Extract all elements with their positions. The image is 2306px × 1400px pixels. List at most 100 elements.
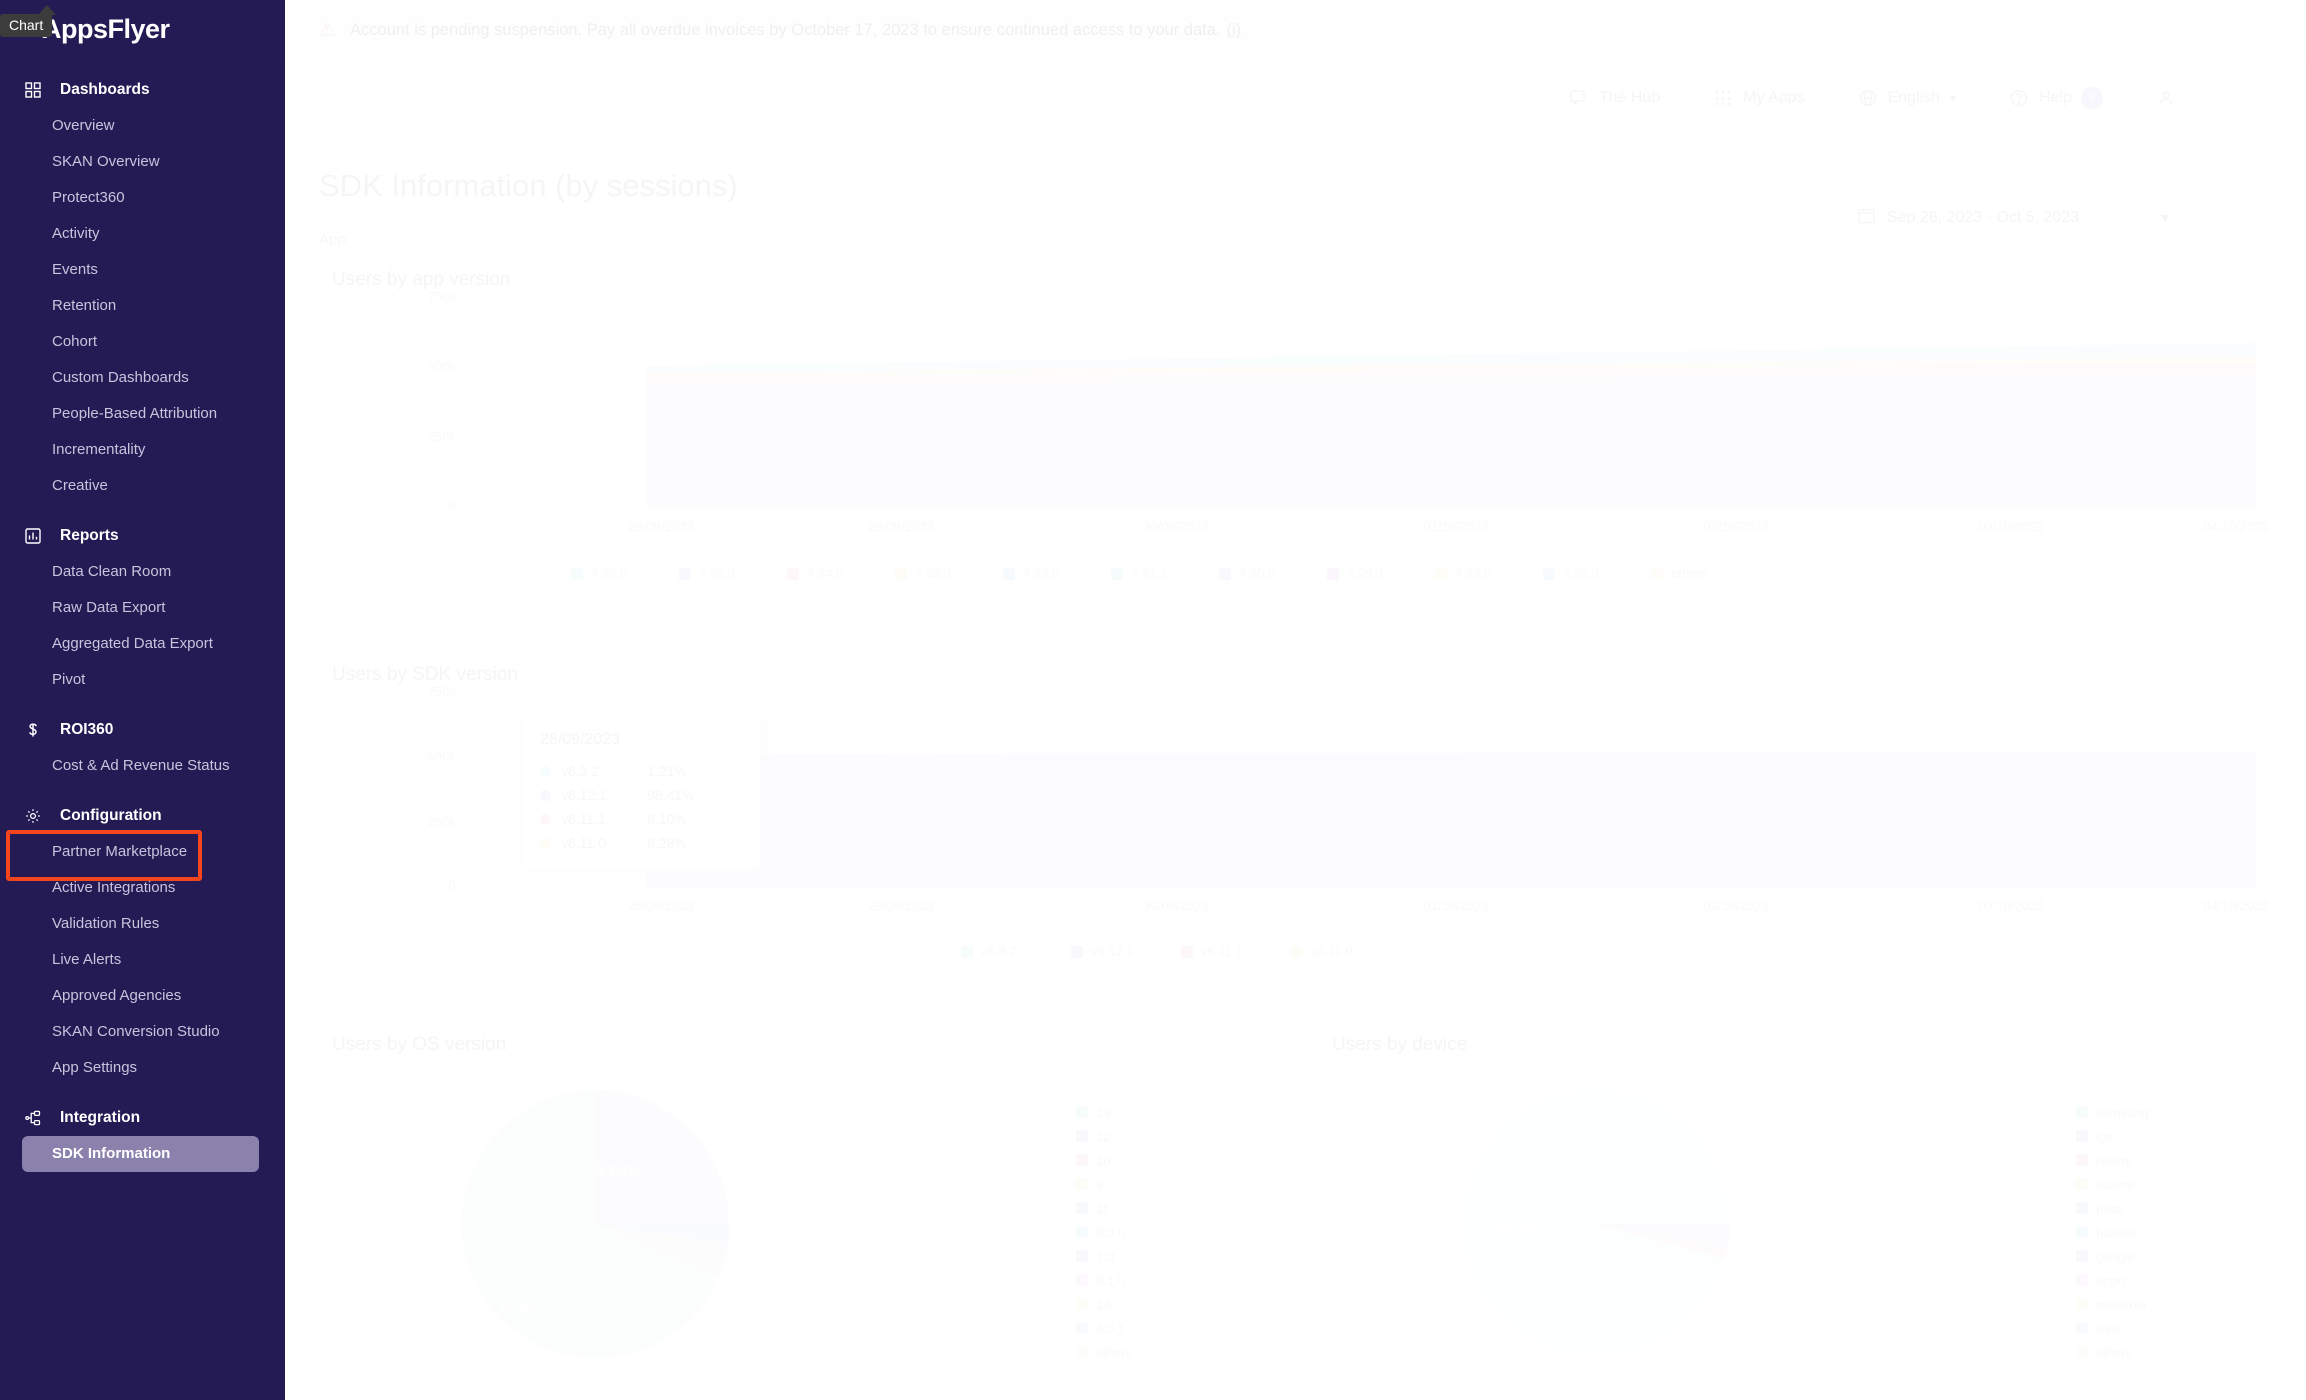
y-tick-0: 0 (396, 878, 456, 893)
sidebar-item-cost-ad-revenue-status[interactable]: Cost & Ad Revenue Status (0, 748, 285, 784)
sidebar-group-configuration[interactable]: Configuration (0, 798, 285, 834)
sidebar-item-live-alerts[interactable]: Live Alerts (0, 942, 285, 978)
legend-item[interactable]: samsung (2076, 1100, 2149, 1124)
sidebar-item-sdk-information[interactable]: SDK Information (22, 1136, 259, 1172)
legend-item[interactable]: huawei (2076, 1220, 2149, 1244)
sidebar-item-validation-rules[interactable]: Validation Rules (0, 906, 285, 942)
sidebar-item-incrementality[interactable]: Incrementality (0, 432, 285, 468)
legend-item[interactable]: 7.35.0 (679, 566, 787, 581)
sidebar-item-partner-marketplace[interactable]: Partner Marketplace (0, 830, 285, 881)
sidebar-item-cohort[interactable]: Cohort (0, 324, 285, 360)
legend-item[interactable]: 7.29.0 (1327, 566, 1435, 581)
legend-item[interactable]: 7.32.0 (1003, 566, 1111, 581)
topnav-my-apps[interactable]: My Apps (1714, 89, 1805, 107)
legend-item[interactable]: 10 (1076, 1148, 1132, 1172)
legend-swatch (1076, 1106, 1088, 1118)
legend-item[interactable]: v6.11.0 (1291, 944, 1401, 959)
legend-item[interactable]: 7.0 (1076, 1244, 1132, 1268)
gear-icon (22, 805, 44, 827)
sidebar-item-people-based-attribution[interactable]: People-Based Attribution (0, 396, 285, 432)
chart-title: Users by app version (306, 251, 2279, 291)
legend-item[interactable]: 7.28.0 (1435, 566, 1543, 581)
legend-label: motorola (2096, 1297, 2147, 1312)
legend-swatch (1651, 567, 1663, 580)
sidebar-item-skan-overview[interactable]: SKAN Overview (0, 144, 285, 180)
legend-item[interactable]: motorola (2076, 1292, 2149, 1316)
legend-item[interactable]: others (2076, 1340, 2149, 1364)
pie-slice-label: 14.6% (598, 1162, 641, 1179)
x-tick: 28/09/2023 (628, 898, 693, 913)
sidebar-item-creative[interactable]: Creative (0, 468, 285, 504)
topnav-the-hub[interactable]: The Hub (1570, 89, 1660, 107)
legend-item[interactable]: 7.26.0 (1543, 566, 1651, 581)
topnav-help[interactable]: Help 6 (2010, 86, 2103, 109)
legend-swatch (1435, 567, 1447, 580)
date-range-picker[interactable]: Sep 28, 2023 - Oct 5, 2023 ▾ (1841, 194, 2186, 242)
sidebar-item-custom-dashboards[interactable]: Custom Dashboards (0, 360, 285, 396)
legend-item[interactable]: 7.36.0 (571, 566, 679, 581)
sidebar-item-retention[interactable]: Retention (0, 288, 285, 324)
legend-item[interactable]: 12 (1076, 1124, 1132, 1148)
chart-title: Users by device (1306, 1016, 2279, 1056)
topnav-language-selector[interactable]: English ▾ (1859, 89, 1956, 107)
sidebar-group-dashboards[interactable]: Dashboards (0, 72, 285, 108)
tooltip-series-name: v6.3.2 (561, 763, 647, 779)
x-tick: 30/09/2023 (1143, 898, 1208, 913)
horizontal-scrollbar[interactable] (285, 1390, 2306, 1400)
legend-item[interactable]: v6.3.2 (961, 944, 1071, 959)
legend-label: 13 (1096, 1105, 1110, 1120)
sidebar-item-activity[interactable]: Activity (0, 216, 285, 252)
legend-item[interactable]: 11 (1076, 1196, 1132, 1220)
sidebar-group-roi360[interactable]: ROI360 (0, 712, 285, 748)
banner-info-link[interactable]: (i) (1227, 21, 1242, 40)
legend-item[interactable]: vivo (2076, 1316, 2149, 1340)
legend-item[interactable]: 6.0.1 (1076, 1316, 1132, 1340)
topnav-account[interactable] (2157, 89, 2186, 107)
pie-slice-label: 96.7% (1494, 1222, 1537, 1239)
tooltip-swatch (540, 765, 551, 777)
legend-item[interactable]: 13 (1076, 1100, 1132, 1124)
legend-item[interactable]: others (1076, 1340, 1132, 1364)
sidebar-item-active-integrations[interactable]: Active Integrations (0, 870, 285, 906)
sidebar-group-integration[interactable]: Integration (0, 1100, 285, 1136)
legend-item[interactable]: oppo (2076, 1268, 2149, 1292)
legend-item[interactable]: realmi (2076, 1148, 2149, 1172)
legend-item[interactable]: 7.34.0 (787, 566, 895, 581)
sidebar-group-reports[interactable]: Reports (0, 518, 285, 554)
legend-label: realmi (2096, 1153, 2131, 1168)
tooltip-series-value: 0.10% (647, 811, 687, 827)
legend-swatch (1076, 1322, 1088, 1334)
legend-item[interactable]: lge (2076, 1124, 2149, 1148)
sidebar-item-raw-data-export[interactable]: Raw Data Export (0, 590, 285, 626)
legend-item[interactable]: xiaomi (2076, 1172, 2149, 1196)
x-tick: 01/10/2023 (1423, 519, 1488, 534)
legend-item[interactable]: 7.31.1 (1111, 566, 1219, 581)
sidebar-item-approved-agencies[interactable]: Approved Agencies (0, 978, 285, 1014)
legend-item[interactable]: 8.1.0 (1076, 1268, 1132, 1292)
legend-item[interactable]: 7.33.0 (895, 566, 1003, 581)
legend-item[interactable]: 9 (1076, 1172, 1132, 1196)
x-tick: 02/10/2023 (1703, 898, 1768, 913)
legend-item[interactable]: v6.11.1 (1181, 944, 1291, 959)
tooltip-row: v6.11.0 0.28% (540, 831, 738, 855)
legend-label: oppo (2096, 1273, 2125, 1288)
legend-item[interactable]: google (2076, 1244, 2149, 1268)
sidebar-item-data-clean-room[interactable]: Data Clean Room (0, 554, 285, 590)
sidebar-item-pivot[interactable]: Pivot (0, 662, 285, 698)
tooltip-swatch (540, 813, 551, 825)
legend-label: huawei (2096, 1225, 2137, 1240)
legend-item[interactable]: others (1651, 566, 1759, 581)
legend-item[interactable]: 8.0.0 (1076, 1220, 1132, 1244)
legend-item[interactable]: 7.30.0 (1219, 566, 1327, 581)
legend-item[interactable]: poco (2076, 1196, 2149, 1220)
legend-item[interactable]: 14 (1076, 1292, 1132, 1316)
sidebar-item-skan-conversion-studio[interactable]: SKAN Conversion Studio (0, 1014, 285, 1050)
sidebar-item-protect360[interactable]: Protect360 (0, 180, 285, 216)
brand-name: AppsFlyer (42, 13, 170, 44)
legend-item[interactable]: v6.12.1 (1071, 944, 1181, 959)
sidebar-item-aggregated-data-export[interactable]: Aggregated Data Export (0, 626, 285, 662)
sidebar-item-overview[interactable]: Overview (0, 108, 285, 144)
sidebar-item-app-settings[interactable]: App Settings (0, 1050, 285, 1086)
sidebar-item-events[interactable]: Events (0, 252, 285, 288)
tooltip-row: v6.11.1 0.10% (540, 807, 738, 831)
